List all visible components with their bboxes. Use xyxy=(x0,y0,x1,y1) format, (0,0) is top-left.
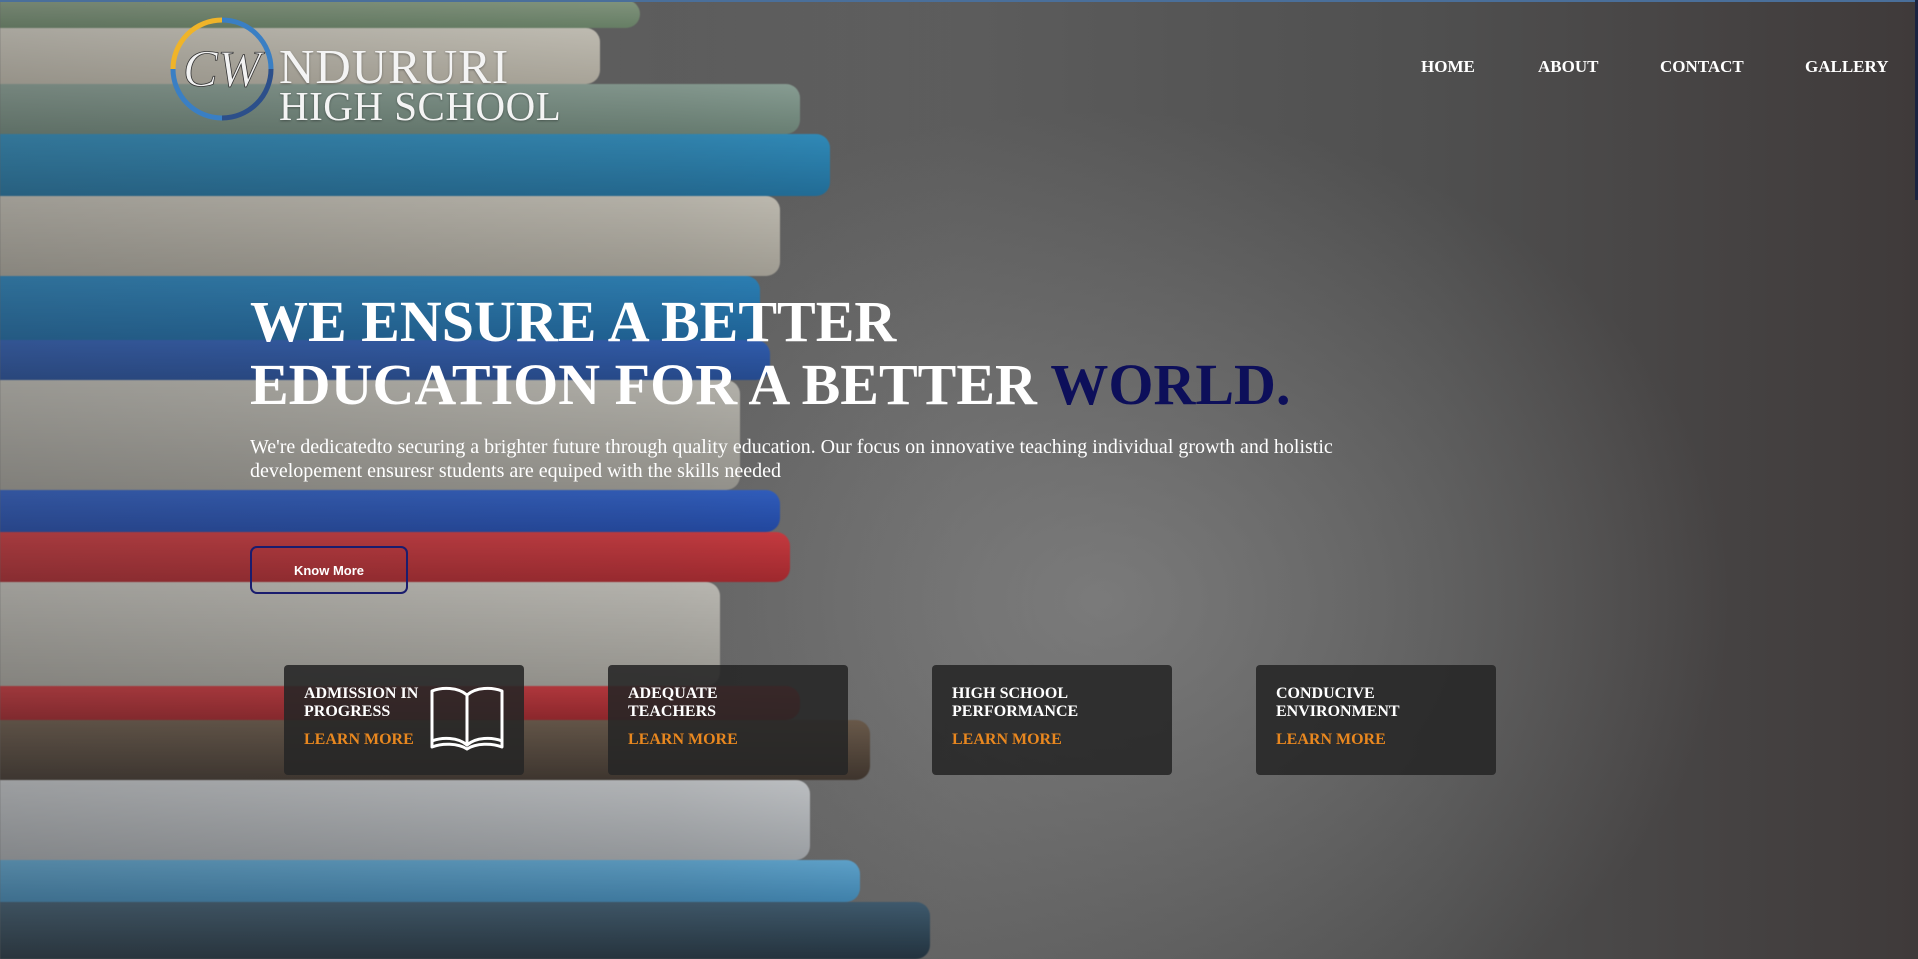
hero-description: We're dedicatedto securing a brighter fu… xyxy=(250,436,1333,482)
nav-home[interactable]: HOME xyxy=(1421,57,1475,77)
logo-emblem-icon: CW xyxy=(170,17,274,121)
know-more-button[interactable]: Know More xyxy=(250,546,408,594)
nav-about[interactable]: ABOUT xyxy=(1538,57,1598,77)
card-teachers: ADEQUATE TEACHERS LEARN MORE xyxy=(608,665,848,775)
nav-contact[interactable]: CONTACT xyxy=(1660,57,1744,77)
card-environment: CONDUCIVE ENVIRONMENT LEARN MORE xyxy=(1256,665,1496,775)
learn-more-link[interactable]: LEARN MORE xyxy=(628,731,738,749)
page-root: CW NDURURI HIGH SCHOOL HOME ABOUT CONTAC… xyxy=(0,0,1918,959)
learn-more-link[interactable]: LEARN MORE xyxy=(952,731,1062,749)
hero-title-line1: WE ENSURE A BETTER xyxy=(250,289,897,354)
logo-monogram: CW xyxy=(183,41,266,98)
site-logo[interactable]: CW NDURURI HIGH SCHOOL xyxy=(163,10,583,130)
card-title: HIGH SCHOOL PERFORMANCE xyxy=(952,685,1079,720)
card-performance: HIGH SCHOOL PERFORMANCE LEARN MORE xyxy=(932,665,1172,775)
top-border xyxy=(0,0,1918,2)
logo-subtitle: HIGH SCHOOL xyxy=(279,83,562,129)
hero-title-accent: WORLD. xyxy=(1050,352,1291,417)
learn-more-link[interactable]: LEARN MORE xyxy=(1276,731,1386,749)
hero-title: WE ENSURE A BETTER EDUCATION FOR A BETTE… xyxy=(250,290,1350,416)
card-title: ADEQUATE TEACHERS xyxy=(628,685,718,720)
card-title: ADMISSION IN PROGRESS xyxy=(304,685,419,720)
open-book-icon xyxy=(430,686,504,751)
main-nav: HOME ABOUT CONTACT GALLERY xyxy=(1350,57,1890,79)
learn-more-link[interactable]: LEARN MORE xyxy=(304,731,414,749)
hero-title-line2: EDUCATION FOR A BETTER xyxy=(250,352,1037,417)
nav-gallery[interactable]: GALLERY xyxy=(1805,57,1888,77)
card-admission: ADMISSION IN PROGRESS LEARN MORE xyxy=(284,665,524,775)
card-title: CONDUCIVE ENVIRONMENT xyxy=(1276,685,1400,720)
